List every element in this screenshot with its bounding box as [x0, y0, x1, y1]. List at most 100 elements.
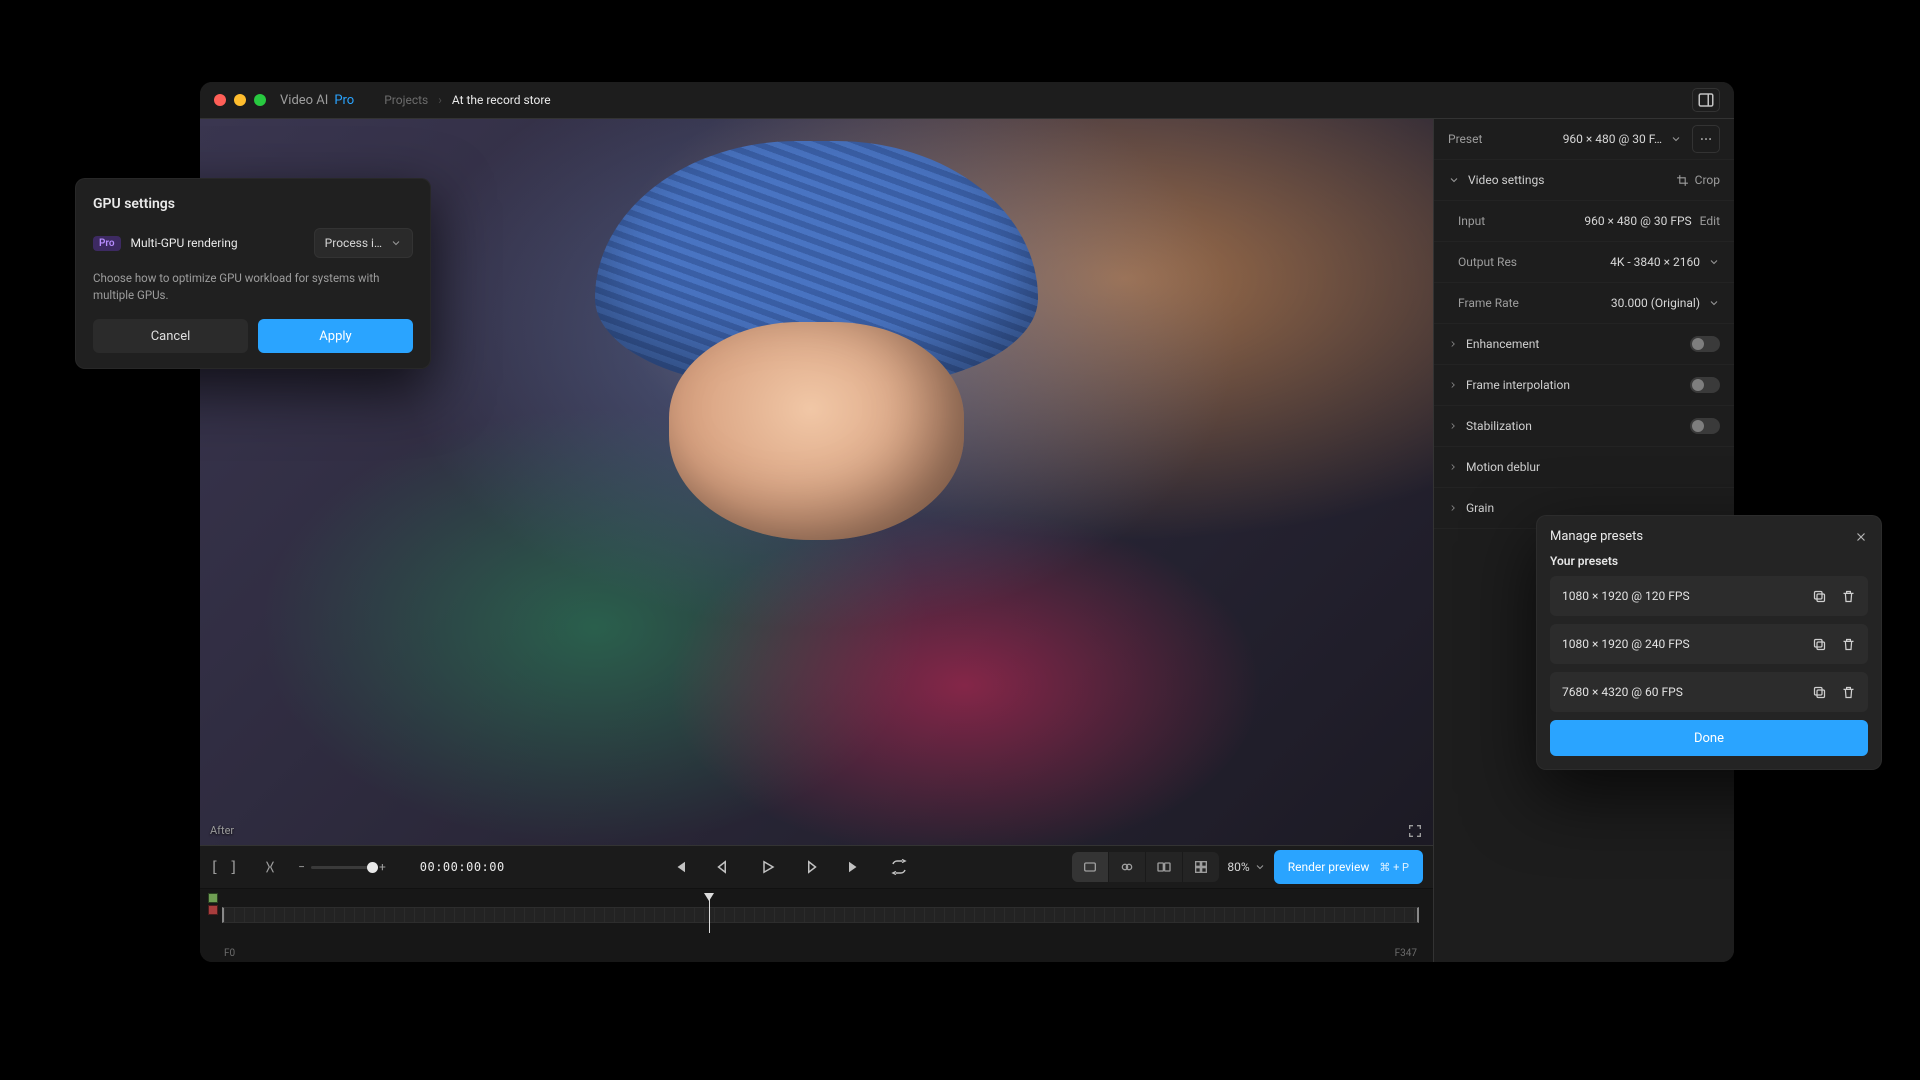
gpu-row-label: Multi-GPU rendering: [131, 236, 238, 250]
input-value: 960 × 480 @ 30 FPS: [1584, 214, 1691, 228]
track-a-icon[interactable]: [208, 893, 218, 903]
motiondeblur-header[interactable]: Motion deblur: [1434, 447, 1734, 488]
input-label: Input: [1458, 214, 1485, 228]
chevron-right-icon: [1448, 380, 1458, 390]
step-back-button[interactable]: [714, 858, 732, 876]
gpu-mode-dropdown[interactable]: Process i…: [314, 228, 413, 258]
close-icon: [1854, 530, 1868, 544]
timeline-start-frame: F0: [224, 948, 235, 959]
framerate-dropdown[interactable]: 30.000 (Original): [1611, 296, 1720, 310]
play-button[interactable]: [758, 858, 776, 876]
go-end-button[interactable]: [846, 858, 864, 876]
viewer-zoom-value: 80%: [1227, 860, 1249, 874]
go-start-button[interactable]: [670, 858, 688, 876]
preset-copy-button[interactable]: [1812, 637, 1827, 652]
viewer-zoom-dropdown[interactable]: 80%: [1227, 860, 1265, 874]
manage-presets-subtitle: Your presets: [1550, 554, 1868, 568]
crop-icon: [1676, 174, 1689, 187]
window-traffic-lights: [214, 94, 266, 106]
preset-item-label: 1080 × 1920 @ 120 FPS: [1562, 589, 1690, 603]
framerate-value: 30.000 (Original): [1611, 296, 1700, 310]
fullscreen-button[interactable]: [1407, 823, 1423, 839]
outputres-dropdown[interactable]: 4K - 3840 × 2160: [1610, 255, 1720, 269]
zoom-in-button[interactable]: +: [379, 860, 386, 874]
viewmode-split-button[interactable]: [1146, 852, 1183, 882]
grain-label: Grain: [1466, 501, 1494, 515]
preset-more-button[interactable]: [1692, 125, 1720, 153]
single-view-icon: [1082, 859, 1098, 875]
preset-item-label: 1080 × 1920 @ 240 FPS: [1562, 637, 1690, 651]
gpu-cancel-button[interactable]: Cancel: [93, 319, 248, 353]
preset-delete-button[interactable]: [1841, 637, 1856, 652]
zoom-slider[interactable]: [311, 866, 373, 869]
timeline[interactable]: F0 F347: [200, 888, 1433, 962]
window-minimize-icon[interactable]: [234, 94, 246, 106]
preset-copy-button[interactable]: [1812, 589, 1827, 604]
stabilization-toggle[interactable]: [1690, 418, 1720, 434]
preset-item[interactable]: 1080 × 1920 @ 240 FPS: [1550, 624, 1868, 664]
loop-icon: [890, 858, 908, 876]
chevron-right-icon: [1448, 462, 1458, 472]
presets-done-button[interactable]: Done: [1550, 720, 1868, 756]
chevron-down-icon: [1708, 256, 1720, 268]
preview-image: [669, 322, 965, 540]
preset-row: Preset 960 × 480 @ 30 F…: [1434, 119, 1734, 160]
chevron-down-icon: [1448, 174, 1460, 186]
viewmode-grid-button[interactable]: [1183, 852, 1219, 882]
app-title: Video AI Pro: [280, 93, 354, 108]
preset-copy-button[interactable]: [1812, 685, 1827, 700]
window-close-icon[interactable]: [214, 94, 226, 106]
overlay-after-label: After: [210, 824, 234, 837]
enhancement-toggle[interactable]: [1690, 336, 1720, 352]
gpu-settings-popover: GPU settings Pro Multi-GPU rendering Pro…: [75, 178, 431, 369]
pro-badge: Pro: [93, 236, 121, 251]
zoom-slider-thumb[interactable]: [367, 862, 378, 873]
preset-delete-button[interactable]: [1841, 589, 1856, 604]
gpu-mode-value: Process i…: [325, 236, 382, 250]
preset-delete-button[interactable]: [1841, 685, 1856, 700]
zoom-out-button[interactable]: −: [298, 860, 305, 874]
mark-out-button[interactable]: ]: [229, 858, 238, 876]
chevron-down-icon: [1708, 297, 1720, 309]
enhancement-header[interactable]: Enhancement: [1434, 324, 1734, 365]
gpu-apply-button[interactable]: Apply: [258, 319, 413, 353]
fullscreen-icon: [1407, 823, 1423, 839]
breadcrumb: Projects › At the record store: [384, 93, 550, 107]
viewmode-sidebyside-button[interactable]: [1109, 852, 1146, 882]
input-edit-button[interactable]: Edit: [1700, 214, 1720, 228]
preset-item[interactable]: 7680 × 4320 @ 60 FPS: [1550, 672, 1868, 712]
viewmode-segment: [1072, 852, 1219, 882]
frameinterp-toggle[interactable]: [1690, 377, 1720, 393]
gpu-rendering-row: Pro Multi-GPU rendering Process i…: [93, 228, 413, 258]
titlebar: Video AI Pro Projects › At the record st…: [200, 82, 1734, 119]
render-preview-button[interactable]: Render preview ⌘ + P: [1274, 850, 1423, 884]
timeline-rail[interactable]: [222, 907, 1419, 923]
trim-button[interactable]: [262, 859, 278, 875]
viewmode-single-button[interactable]: [1072, 852, 1109, 882]
manage-presets-close-button[interactable]: [1854, 530, 1868, 544]
preset-dropdown[interactable]: 960 × 480 @ 30 F…: [1563, 132, 1682, 146]
copy-icon: [1812, 685, 1827, 700]
video-settings-header[interactable]: Video settings Crop: [1434, 160, 1734, 201]
preset-item[interactable]: 1080 × 1920 @ 120 FPS: [1550, 576, 1868, 616]
crop-label: Crop: [1695, 173, 1720, 187]
input-row: Input 960 × 480 @ 30 FPS Edit: [1434, 201, 1734, 242]
trim-icon: [262, 859, 278, 875]
step-forward-button[interactable]: [802, 858, 820, 876]
transport-buttons: [670, 858, 908, 876]
breadcrumb-root[interactable]: Projects: [384, 93, 428, 107]
stabilization-header[interactable]: Stabilization: [1434, 406, 1734, 447]
track-b-icon[interactable]: [208, 905, 218, 915]
window-zoom-icon[interactable]: [254, 94, 266, 106]
loop-button[interactable]: [890, 858, 908, 876]
layout-toggle-button[interactable]: [1692, 88, 1720, 112]
skip-end-icon: [846, 858, 864, 876]
frameinterp-header[interactable]: Frame interpolation: [1434, 365, 1734, 406]
render-preview-shortcut: ⌘ + P: [1379, 861, 1409, 874]
app-edition-label: Pro: [334, 93, 354, 108]
playhead[interactable]: [709, 899, 710, 933]
breadcrumb-project[interactable]: At the record store: [452, 93, 551, 107]
framerate-row: Frame Rate 30.000 (Original): [1434, 283, 1734, 324]
crop-button[interactable]: Crop: [1676, 173, 1720, 187]
mark-in-button[interactable]: [: [210, 858, 219, 876]
